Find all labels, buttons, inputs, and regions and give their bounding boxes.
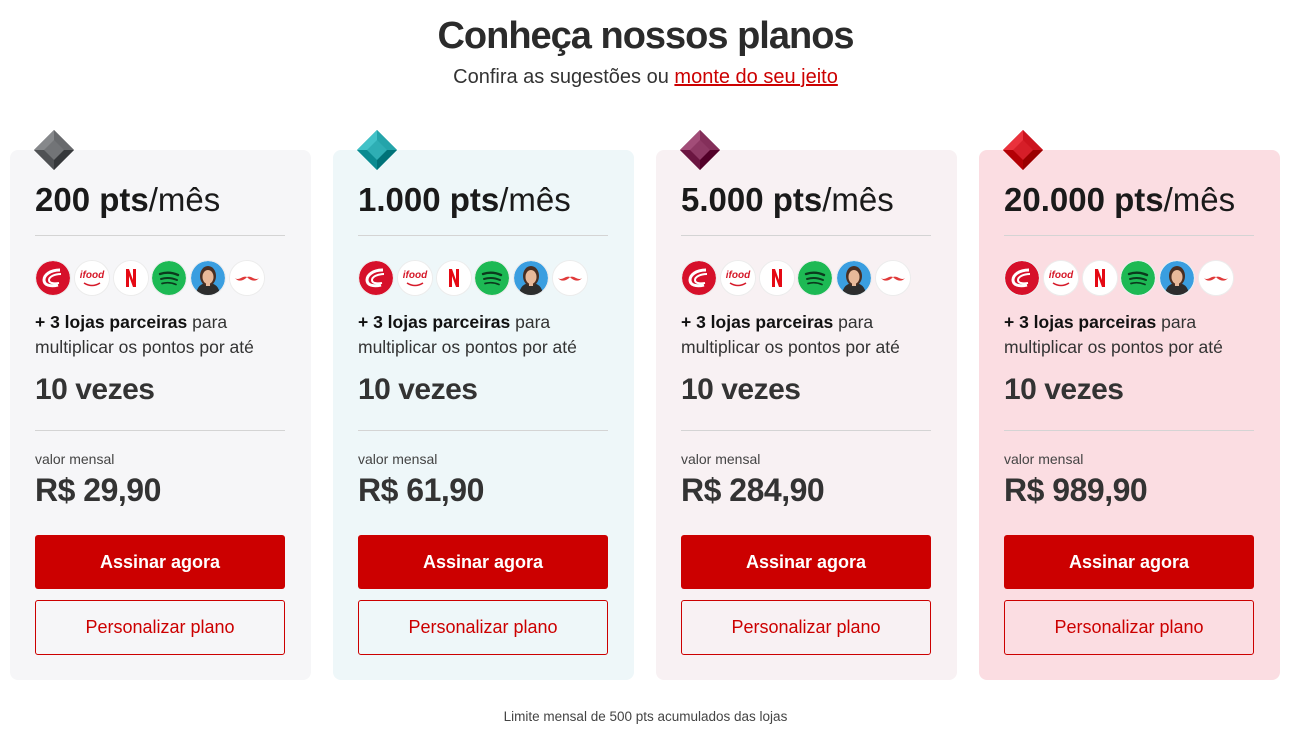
divider (681, 430, 931, 431)
plan-price: R$ 29,90 (35, 472, 161, 508)
plan-points: 200 pts/mês (35, 180, 220, 220)
livelo-icon (358, 260, 394, 296)
plan-points: 5.000 pts/mês (681, 180, 894, 220)
divider (681, 235, 931, 236)
plan-multiplier: 10 vezes (1004, 373, 1124, 406)
plan-description: + 3 lojas parceiras para multiplicar os … (358, 310, 618, 360)
influencer-avatar-icon (836, 260, 872, 296)
plan-multiplier: 10 vezes (35, 373, 155, 406)
livelo-icon (681, 260, 717, 296)
ifood-icon: ifood (74, 260, 110, 296)
plan-price: R$ 284,90 (681, 472, 825, 508)
plan-description: + 3 lojas parceiras para multiplicar os … (1004, 310, 1264, 360)
diamond-icon (1003, 130, 1043, 170)
plan-multiplier: 10 vezes (681, 373, 801, 406)
divider (1004, 430, 1254, 431)
influencer-avatar-icon (1159, 260, 1195, 296)
customize-plan-button[interactable]: Personalizar plano (358, 600, 608, 655)
livelo-icon (1004, 260, 1040, 296)
plan-points: 1.000 pts/mês (358, 180, 571, 220)
divider (35, 430, 285, 431)
ifood-icon: ifood (720, 260, 756, 296)
partners-highlight: + 3 lojas parceiras (681, 312, 834, 332)
netflix-icon (759, 260, 795, 296)
divider (358, 235, 608, 236)
mustache-icon (552, 260, 588, 296)
partner-logos: ifood (358, 260, 608, 296)
plan-price: R$ 61,90 (358, 472, 484, 508)
divider (358, 430, 608, 431)
livelo-icon (35, 260, 71, 296)
price-label: valor mensal (358, 451, 438, 467)
plan-period: /mês (148, 181, 221, 218)
customize-plan-button[interactable]: Personalizar plano (681, 600, 931, 655)
price-label: valor mensal (1004, 451, 1084, 467)
price-label: valor mensal (35, 451, 115, 467)
diamond-icon (34, 130, 74, 170)
svg-text:ifood: ifood (80, 270, 105, 281)
plan-multiplier: 10 vezes (358, 373, 478, 406)
influencer-avatar-icon (190, 260, 226, 296)
plan-card: 200 pts/mês ifood + 3 lojas parceiras pa… (10, 130, 311, 680)
partners-highlight: + 3 lojas parceiras (35, 312, 188, 332)
ifood-icon: ifood (1043, 260, 1079, 296)
mustache-icon (229, 260, 265, 296)
diamond-icon (680, 130, 720, 170)
spotify-icon (797, 260, 833, 296)
plan-card: 1.000 pts/mês ifood + 3 lojas parceiras … (333, 130, 634, 680)
page-title: Conheça nossos planos (437, 15, 854, 57)
points-limit-note: Limite mensal de 500 pts acumulados das … (503, 709, 788, 724)
page-subtitle: Confira as sugestões ou monte do seu jei… (0, 64, 1291, 90)
mustache-icon (875, 260, 911, 296)
plan-period: /mês (499, 181, 571, 218)
subtitle-text: Confira as sugestões ou (453, 66, 675, 88)
ifood-icon: ifood (397, 260, 433, 296)
divider (1004, 235, 1254, 236)
spotify-icon (1120, 260, 1156, 296)
plans-grid: 200 pts/mês ifood + 3 lojas parceiras pa… (10, 130, 1280, 680)
price-label: valor mensal (681, 451, 761, 467)
netflix-icon (1082, 260, 1118, 296)
spotify-icon (151, 260, 187, 296)
influencer-avatar-icon (513, 260, 549, 296)
custom-plan-link[interactable]: monte do seu jeito (674, 66, 837, 88)
partners-highlight: + 3 lojas parceiras (1004, 312, 1157, 332)
customize-plan-button[interactable]: Personalizar plano (1004, 600, 1254, 655)
netflix-icon (436, 260, 472, 296)
customize-plan-button[interactable]: Personalizar plano (35, 600, 285, 655)
plan-price: R$ 989,90 (1004, 472, 1148, 508)
diamond-icon (357, 130, 397, 170)
plan-card: 20.000 pts/mês ifood + 3 lojas parceiras… (979, 130, 1280, 680)
page-header: Conheça nossos planos Confira as sugestõ… (0, 0, 1291, 90)
subscribe-button[interactable]: Assinar agora (1004, 535, 1254, 589)
plan-period: /mês (822, 181, 894, 218)
partners-highlight: + 3 lojas parceiras (358, 312, 511, 332)
mustache-icon (1198, 260, 1234, 296)
svg-text:ifood: ifood (403, 270, 428, 281)
plan-description: + 3 lojas parceiras para multiplicar os … (35, 310, 295, 360)
plan-period: /mês (1163, 181, 1236, 218)
partner-logos: ifood (681, 260, 931, 296)
partner-logos: ifood (1004, 260, 1254, 296)
plan-points-value: 200 pts (35, 181, 149, 218)
svg-text:ifood: ifood (1049, 270, 1074, 281)
plan-points-value: 5.000 pts (681, 181, 823, 218)
subscribe-button[interactable]: Assinar agora (681, 535, 931, 589)
plan-points-value: 20.000 pts (1004, 181, 1164, 218)
netflix-icon (113, 260, 149, 296)
subscribe-button[interactable]: Assinar agora (35, 535, 285, 589)
spotify-icon (474, 260, 510, 296)
plan-points-value: 1.000 pts (358, 181, 500, 218)
plan-card: 5.000 pts/mês ifood + 3 lojas parceiras … (656, 130, 957, 680)
plan-points: 20.000 pts/mês (1004, 180, 1235, 220)
subscribe-button[interactable]: Assinar agora (358, 535, 608, 589)
partner-logos: ifood (35, 260, 285, 296)
divider (35, 235, 285, 236)
plan-description: + 3 lojas parceiras para multiplicar os … (681, 310, 941, 360)
svg-text:ifood: ifood (726, 270, 751, 281)
